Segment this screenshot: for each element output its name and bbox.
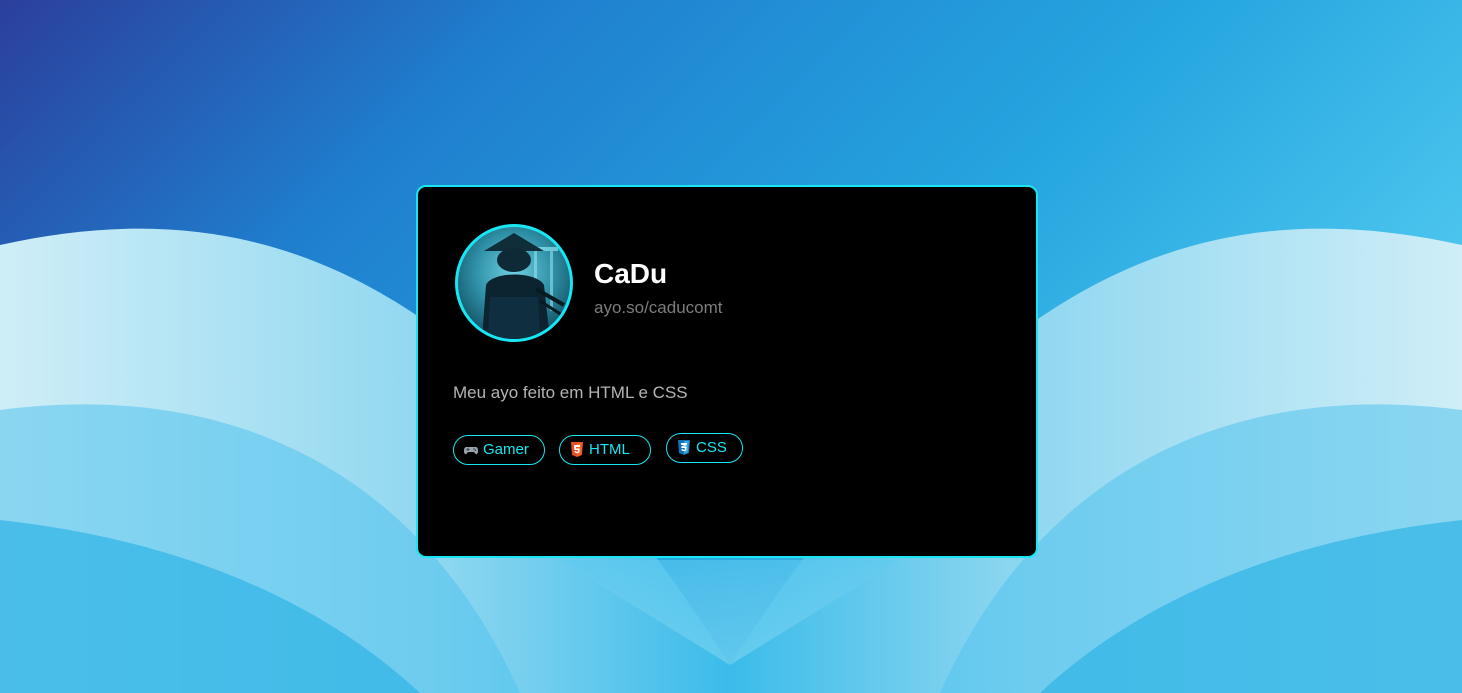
profile-bio: Meu ayo feito em HTML e CSS xyxy=(453,383,688,402)
tag-css[interactable]: CSS xyxy=(666,433,743,463)
tag-label: HTML xyxy=(589,441,630,458)
html5-icon xyxy=(570,442,584,458)
tag-gamer[interactable]: Gamer xyxy=(453,435,545,465)
profile-avatar[interactable] xyxy=(455,224,573,342)
tag-label: CSS xyxy=(696,439,727,456)
samurai-avatar-icon xyxy=(482,233,565,339)
tag-label: Gamer xyxy=(483,441,529,458)
profile-card: CaDu ayo.so/caducomt Meu ayo feito em HT… xyxy=(416,185,1038,558)
tag-html[interactable]: HTML xyxy=(559,435,651,465)
css3-icon xyxy=(677,440,691,456)
gamepad-icon xyxy=(463,442,479,458)
profile-name: CaDu xyxy=(594,258,668,289)
profile-handle[interactable]: ayo.so/caducomt xyxy=(594,298,723,318)
